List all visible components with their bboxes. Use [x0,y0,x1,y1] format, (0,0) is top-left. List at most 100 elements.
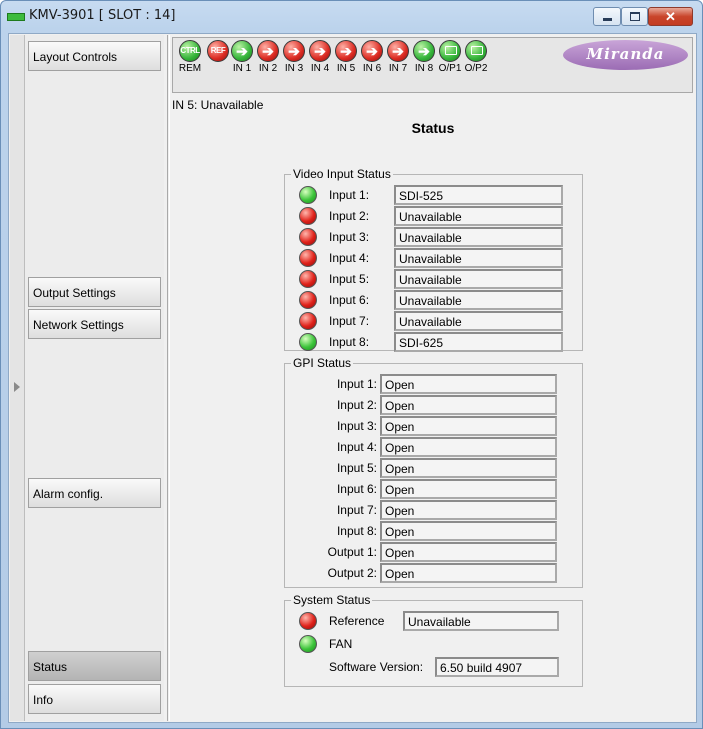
video-input-value: SDI-525 [394,185,563,205]
arrow-right-icon: ➔ [309,40,331,62]
software-version-value: 6.50 build 4907 [435,657,559,677]
input-5-indicator[interactable]: ➔ IN 5 [333,40,359,75]
ref-indicator[interactable]: REF [205,40,231,63]
gpi-row: Input 8: Open [285,521,582,542]
input-8-indicator[interactable]: ➔ IN 8 [411,40,437,75]
group-title: GPI Status [291,356,354,370]
indicator-label: IN 7 [388,63,408,74]
gpi-value: Open [380,563,557,583]
video-input-row: Input 8: SDI-625 [285,332,582,353]
sidebar-item-status[interactable]: Status [28,651,161,681]
close-button[interactable]: ✕ [648,7,693,26]
status-led-icon [299,270,317,288]
indicator-label: IN 6 [362,63,382,74]
group-title: Video Input Status [291,167,393,181]
sidebar-item-info[interactable]: Info [28,684,161,714]
monitor-icon [439,40,461,62]
output-1-indicator[interactable]: O/P1 [437,40,463,75]
arrow-right-icon: ➔ [335,40,357,62]
title-bar[interactable]: KMV-3901 [ SLOT : 14] ✕ [1,1,702,31]
gpi-value: Open [380,521,557,541]
app-icon [7,13,25,21]
gpi-value: Open [380,542,557,562]
input-7-indicator[interactable]: ➔ IN 7 [385,40,411,75]
fan-led-icon [299,635,317,653]
status-led-icon [299,249,317,267]
page-title: Status [411,120,455,136]
gpi-row: Input 7: Open [285,500,582,521]
gpi-row: Input 6: Open [285,479,582,500]
gpi-row: Output 2: Open [285,563,582,584]
video-input-row: Input 1: SDI-525 [285,185,582,206]
collapse-strip[interactable] [10,35,25,721]
app-window: KMV-3901 [ SLOT : 14] ✕ Layout Controls … [0,0,703,729]
gpi-row: Input 1: Open [285,374,582,395]
gpi-status-group: GPI Status Input 1: Open Input 2: Open I… [284,356,583,588]
gpi-value: Open [380,416,557,436]
arrow-right-icon: ➔ [231,40,253,62]
indicator-label: IN 1 [232,63,252,74]
gpi-value: Open [380,479,557,499]
gpi-row: Input 4: Open [285,437,582,458]
indicator-label: IN 4 [310,63,330,74]
status-led-icon [299,333,317,351]
miranda-logo: Miranda [563,40,688,70]
sidebar-item-output-settings[interactable]: Output Settings [28,277,161,307]
arrow-right-icon: ➔ [387,40,409,62]
input-6-indicator[interactable]: ➔ IN 6 [359,40,385,75]
status-led-icon [299,186,317,204]
monitor-icon [465,40,487,62]
status-message: IN 5: Unavailable [172,98,264,112]
status-led-icon [299,312,317,330]
indicator-label: IN 2 [258,63,278,74]
indicator-label: IN 3 [284,63,304,74]
fan-row: FAN [285,634,582,655]
minimize-button[interactable] [593,7,621,26]
video-input-value: Unavailable [394,311,563,331]
arrow-right-icon: ➔ [283,40,305,62]
video-input-row: Input 6: Unavailable [285,290,582,311]
video-input-status-group: Video Input Status Input 1: SDI-525 Inpu… [284,167,583,353]
input-4-indicator[interactable]: ➔ IN 4 [307,40,333,75]
gpi-value: Open [380,437,557,457]
maximize-button[interactable] [621,7,648,26]
indicator-label: IN 8 [414,63,434,74]
video-input-row: Input 4: Unavailable [285,248,582,269]
gpi-row: Input 2: Open [285,395,582,416]
ref-icon: REF [207,40,229,62]
close-icon: ✕ [665,9,676,24]
indicator-label: REM [178,63,202,74]
reference-value: Unavailable [403,611,559,631]
output-2-indicator[interactable]: O/P2 [463,40,489,75]
sidebar-item-network-settings[interactable]: Network Settings [28,309,161,339]
splitter[interactable] [167,35,170,721]
main-content: CTRL REM REF ➔ IN 1 ➔ IN 2 ➔ IN 3 ➔ IN 4… [172,35,694,721]
gpi-value: Open [380,374,557,394]
video-input-value: Unavailable [394,269,563,289]
video-input-value: Unavailable [394,248,563,268]
maximize-icon [630,12,640,21]
reference-row: Reference Unavailable [285,611,582,632]
input-1-indicator[interactable]: ➔ IN 1 [229,40,255,75]
indicator-label: O/P1 [438,63,462,74]
arrow-right-icon: ➔ [413,40,435,62]
client-area: Layout Controls Output Settings Network … [8,33,697,723]
minimize-icon [603,18,612,21]
system-status-group: System Status Reference Unavailable FAN … [284,593,583,687]
gpi-row: Input 5: Open [285,458,582,479]
status-led-icon [299,207,317,225]
sidebar: Layout Controls Output Settings Network … [25,35,164,721]
expand-arrow-icon[interactable] [14,382,20,392]
sidebar-item-layout-controls[interactable]: Layout Controls [28,41,161,71]
ctrl-icon: CTRL [179,40,201,62]
gpi-row: Output 1: Open [285,542,582,563]
input-3-indicator[interactable]: ➔ IN 3 [281,40,307,75]
gpi-value: Open [380,500,557,520]
video-input-value: Unavailable [394,290,563,310]
status-toolbar: CTRL REM REF ➔ IN 1 ➔ IN 2 ➔ IN 3 ➔ IN 4… [172,37,693,93]
ctrl-indicator[interactable]: CTRL REM [177,40,203,75]
video-input-row: Input 7: Unavailable [285,311,582,332]
indicator-label: O/P2 [464,63,488,74]
input-2-indicator[interactable]: ➔ IN 2 [255,40,281,75]
sidebar-item-alarm-config[interactable]: Alarm config. [28,478,161,508]
